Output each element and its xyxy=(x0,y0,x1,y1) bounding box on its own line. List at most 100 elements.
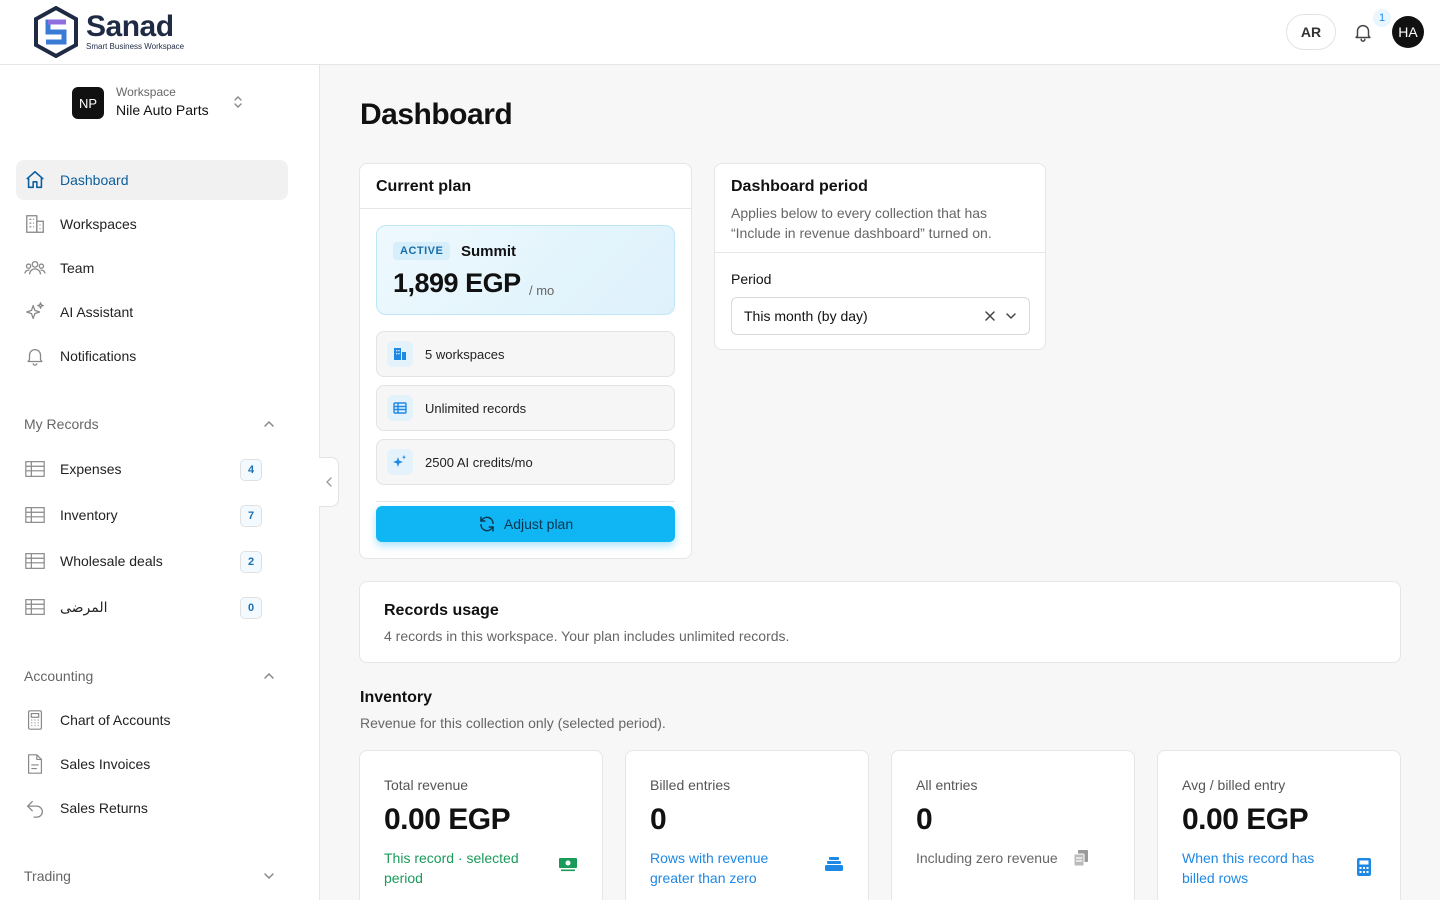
sidebar-item-sales-invoices[interactable]: Sales Invoices xyxy=(16,744,288,784)
chevron-down-icon[interactable] xyxy=(1004,309,1018,323)
dashboard-period-description: Applies below to every collection that h… xyxy=(731,205,992,241)
stat-value: 0.00 EGP xyxy=(384,803,511,836)
table-icon xyxy=(24,504,46,526)
workspace-name: Nile Auto Parts xyxy=(116,102,209,118)
brand-name: Sanad xyxy=(86,10,174,43)
workspace-label: Workspace xyxy=(116,85,176,99)
chevron-up-icon[interactable] xyxy=(262,417,276,431)
sidebar-item-ai-assistant[interactable]: AI Assistant xyxy=(16,292,288,332)
workspace-switcher[interactable]: NP Workspace Nile Auto Parts xyxy=(72,85,209,121)
sidebar-item-notifications[interactable]: Notifications xyxy=(16,336,288,376)
building-icon xyxy=(387,341,413,367)
sidebar-collapse-button[interactable] xyxy=(319,457,339,507)
logo-mark-icon xyxy=(32,6,80,58)
brand-tagline: Smart Business Workspace xyxy=(86,42,185,51)
status-badge: ACTIVE xyxy=(393,242,451,260)
current-plan-title: Current plan xyxy=(376,178,472,195)
sidebar-item-chart-of-accounts[interactable]: Chart of Accounts xyxy=(16,700,288,740)
sidebar-item-dashboard[interactable]: Dashboard xyxy=(16,160,288,200)
building-icon xyxy=(24,213,46,235)
record-count-badge: 0 xyxy=(240,597,262,619)
divider xyxy=(360,208,691,209)
logo[interactable]: Sanad Smart Business Workspace xyxy=(32,6,184,58)
divider xyxy=(715,252,1045,253)
stat-card-billed-entries: Billed entries 0 Rows with revenue great… xyxy=(625,750,869,900)
table-icon xyxy=(24,458,46,480)
stat-subtext: This record · selected period xyxy=(384,850,519,886)
divider xyxy=(376,501,675,502)
adjust-plan-label: Adjust plan xyxy=(503,516,574,532)
stat-label: All entries xyxy=(916,777,978,793)
sparkles-icon xyxy=(24,301,46,323)
sidebar-item-sales-returns[interactable]: Sales Returns xyxy=(16,788,288,828)
sidebar-item-team[interactable]: Team xyxy=(16,248,288,288)
stat-label: Billed entries xyxy=(650,777,731,793)
stat-value: 0 xyxy=(916,803,933,836)
notification-count-badge: 1 xyxy=(1373,9,1391,27)
table-icon xyxy=(24,596,46,618)
sidebar-item-label: Sales Returns xyxy=(60,800,148,816)
document-icon xyxy=(24,753,46,775)
dashboard-period-title: Dashboard period xyxy=(731,178,868,195)
calculator-icon xyxy=(24,709,46,731)
plan-period: / mo xyxy=(529,283,555,298)
sidebar-item-label: AI Assistant xyxy=(60,304,134,320)
chevron-up-down-icon[interactable] xyxy=(232,94,244,110)
stack-icon xyxy=(824,855,844,873)
sidebar: NP Workspace Nile Auto Parts Dashboard W… xyxy=(0,65,320,900)
sidebar-item-workspaces[interactable]: Workspaces xyxy=(16,204,288,244)
stat-card-all-entries: All entries 0 Including zero revenue xyxy=(891,750,1135,900)
user-avatar[interactable]: HA xyxy=(1392,16,1424,48)
record-count-badge: 7 xyxy=(240,505,262,527)
inventory-section-subtitle: Revenue for this collection only (select… xyxy=(360,715,666,731)
inventory-section-title: Inventory xyxy=(360,689,433,706)
stat-value: 0 xyxy=(650,803,667,836)
table-icon xyxy=(24,550,46,572)
table-icon xyxy=(387,395,413,421)
plan-price: 1,899 EGP xyxy=(393,268,521,298)
stat-value: 0.00 EGP xyxy=(1182,803,1309,836)
chevron-down-icon[interactable] xyxy=(262,869,276,883)
records-usage-title: Records usage xyxy=(384,602,499,619)
section-title-trading: Trading xyxy=(24,868,71,884)
sidebar-item-label: Expenses xyxy=(60,461,122,477)
plan-feature: 2500 AI credits/mo xyxy=(376,439,675,485)
stat-label: Avg / billed entry xyxy=(1182,777,1286,793)
sparkles-icon xyxy=(387,449,413,475)
bell-icon xyxy=(24,345,46,367)
records-usage-card: Records usage 4 records in this workspac… xyxy=(359,581,1401,663)
cash-icon xyxy=(558,855,578,873)
plan-feature-label: Unlimited records xyxy=(425,400,527,416)
sidebar-item-label: Team xyxy=(60,260,95,276)
stat-card-avg-billed-entry: Avg / billed entry 0.00 EGP When this re… xyxy=(1157,750,1401,900)
stat-card-total-revenue: Total revenue 0.00 EGP This record · sel… xyxy=(359,750,603,900)
sidebar-item-label: Workspaces xyxy=(60,216,137,232)
sidebar-item-label: Wholesale deals xyxy=(60,553,163,569)
clear-icon[interactable] xyxy=(983,309,997,323)
period-label: Period xyxy=(731,271,772,287)
language-toggle-button[interactable]: AR xyxy=(1286,14,1336,50)
notifications-bell-icon[interactable] xyxy=(1352,21,1374,43)
plan-feature-label: 5 workspaces xyxy=(425,346,505,362)
stat-subtext: Rows with revenue greater than zero xyxy=(650,850,769,886)
adjust-plan-button[interactable]: Adjust plan xyxy=(376,506,675,542)
chevron-up-icon[interactable] xyxy=(262,669,276,683)
team-icon xyxy=(24,257,46,279)
plan-feature: Unlimited records xyxy=(376,385,675,431)
dashboard-period-card: Dashboard period Applies below to every … xyxy=(714,163,1046,350)
refresh-icon xyxy=(478,515,504,533)
home-icon xyxy=(24,169,46,191)
record-count-badge: 4 xyxy=(240,459,262,481)
plan-feature: 5 workspaces xyxy=(376,331,675,377)
page-title: Dashboard xyxy=(360,98,513,131)
plan-feature-label: 2500 AI credits/mo xyxy=(425,454,533,470)
stat-subtext: Including zero revenue xyxy=(916,850,1058,866)
stat-subtext: When this record has billed rows xyxy=(1182,850,1315,886)
sidebar-item-label: Sales Invoices xyxy=(60,756,151,772)
workspace-badge: NP xyxy=(72,87,104,119)
sidebar-item-label: Inventory xyxy=(60,507,118,523)
sidebar-item-label: المرضى xyxy=(60,598,108,615)
plan-name: Summit xyxy=(461,243,517,260)
top-bar: Sanad Smart Business Workspace AR 1 HA xyxy=(0,0,1440,65)
period-select-value: This month (by day) xyxy=(744,308,868,324)
